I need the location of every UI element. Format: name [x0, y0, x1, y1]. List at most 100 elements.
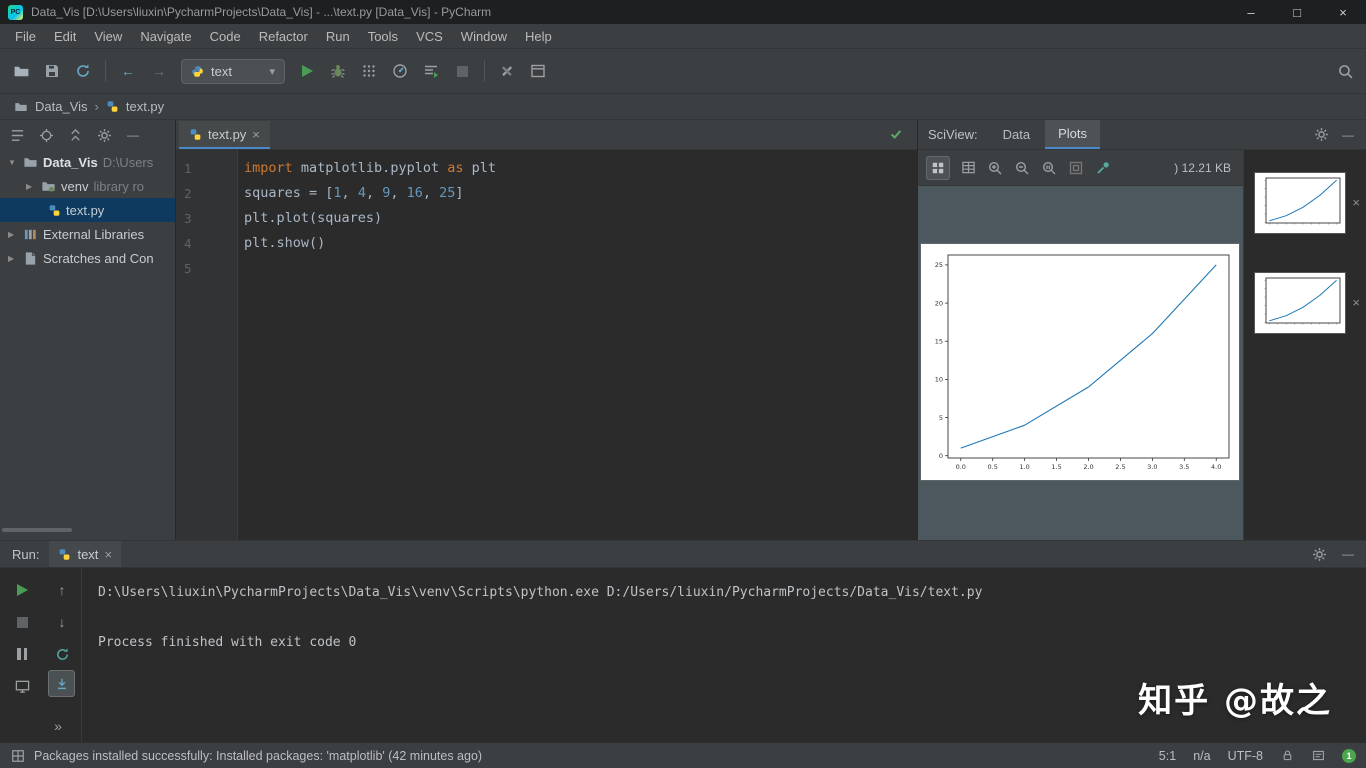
debug-icon[interactable]: [329, 62, 347, 80]
inspections-ok-icon[interactable]: [889, 127, 903, 144]
menu-item-window[interactable]: Window: [452, 24, 516, 48]
close-thumbnail-icon[interactable]: ×: [1352, 195, 1360, 210]
settings-tools-icon[interactable]: [498, 62, 516, 80]
table-view-icon[interactable]: [959, 159, 977, 177]
tree-item-external-libraries[interactable]: ▶ External Libraries: [0, 222, 175, 246]
console-icon[interactable]: [12, 676, 32, 696]
stop-icon[interactable]: [12, 612, 32, 632]
close-tab-icon[interactable]: ×: [252, 127, 260, 142]
menu-item-refactor[interactable]: Refactor: [250, 24, 317, 48]
tree-item-venv[interactable]: ▶ venv library ro: [0, 174, 175, 198]
collapse-all-icon[interactable]: [66, 126, 84, 144]
project-view-icon[interactable]: [8, 126, 26, 144]
close-thumbnail-icon[interactable]: ×: [1352, 295, 1360, 310]
git-branch[interactable]: n/a: [1193, 749, 1210, 763]
thumbnail-view-icon[interactable]: [926, 155, 950, 180]
plot-figure[interactable]: 0.0 0.5 1.0 1.5 2.0 2.5 3.0 3.5 4.0 0 5 10 15 20 25: [920, 243, 1240, 481]
gear-icon[interactable]: [1310, 545, 1328, 563]
code-line[interactable]: squares = [1, 4, 9, 16, 25]: [244, 181, 496, 206]
run-with-console-icon[interactable]: [422, 62, 440, 80]
chevron-expanded-icon[interactable]: ▼: [8, 158, 18, 167]
coverage-icon[interactable]: [360, 62, 378, 80]
code-editor[interactable]: 1 2 3 4 5 import matplotlib.pyplot as pl…: [176, 150, 917, 540]
forward-icon[interactable]: →: [150, 63, 168, 79]
open-folder-icon[interactable]: [12, 62, 30, 80]
run-config-selector[interactable]: text ▾: [181, 58, 285, 84]
code-line[interactable]: import matplotlib.pyplot as plt: [244, 156, 496, 181]
file-encoding[interactable]: UTF-8: [1228, 749, 1263, 763]
close-tab-icon[interactable]: ×: [104, 547, 112, 562]
code-text[interactable]: import matplotlib.pyplot as plt squares …: [238, 150, 496, 540]
menu-item-edit[interactable]: Edit: [45, 24, 85, 48]
code-line[interactable]: plt.plot(squares): [244, 206, 496, 231]
breadcrumb-item-file[interactable]: text.py: [126, 99, 164, 114]
folder-icon: [23, 155, 38, 170]
code-line[interactable]: [244, 256, 496, 281]
gear-icon[interactable]: [1312, 126, 1330, 144]
plot-thumbnail[interactable]: [1254, 272, 1346, 334]
tree-item-project-root[interactable]: ▼ Data_Vis D:\Users: [0, 150, 175, 174]
caret-position[interactable]: 5:1: [1159, 749, 1176, 763]
status-message[interactable]: Packages installed successfully: Install…: [34, 749, 482, 763]
svg-text:5: 5: [939, 414, 943, 422]
close-button[interactable]: ×: [1320, 0, 1366, 24]
run-tab-text[interactable]: text ×: [49, 541, 122, 567]
menu-item-run[interactable]: Run: [317, 24, 359, 48]
menu-item-help[interactable]: Help: [516, 24, 561, 48]
profiler-icon[interactable]: [391, 62, 409, 80]
horizontal-scrollbar[interactable]: [2, 528, 72, 532]
down-arrow-icon[interactable]: ↓: [52, 612, 72, 632]
zoom-in-icon[interactable]: [986, 159, 1004, 177]
code-line[interactable]: plt.show(): [244, 231, 496, 256]
hide-panel-icon[interactable]: —: [1342, 547, 1354, 561]
sciview-tab-data[interactable]: Data: [990, 120, 1043, 149]
zoom-out-icon[interactable]: [1013, 159, 1031, 177]
back-icon[interactable]: ←: [119, 63, 137, 79]
plot-thumbnail[interactable]: [1254, 172, 1346, 234]
project-structure-icon[interactable]: [529, 62, 547, 80]
run-panel-title: Run:: [12, 546, 40, 562]
hide-panel-icon[interactable]: —: [124, 126, 142, 144]
chevron-collapsed-icon[interactable]: ▶: [26, 182, 36, 191]
zoom-actual-size-icon[interactable]: [1040, 159, 1058, 177]
pause-output-icon[interactable]: [12, 644, 32, 664]
rerun-icon[interactable]: [12, 580, 32, 600]
code-token: plt.plot(squares): [244, 210, 383, 226]
menu-item-code[interactable]: Code: [201, 24, 250, 48]
package-icon[interactable]: [10, 748, 25, 763]
hide-panel-icon[interactable]: —: [1342, 128, 1354, 142]
run-icon[interactable]: [298, 62, 316, 80]
tree-item-textpy[interactable]: text.py: [0, 198, 175, 222]
minimize-button[interactable]: –: [1228, 0, 1274, 24]
menu-item-tools[interactable]: Tools: [359, 24, 407, 48]
notification-badge[interactable]: 1: [1342, 748, 1356, 763]
maximize-button[interactable]: □: [1274, 0, 1320, 24]
gear-icon[interactable]: [95, 126, 113, 144]
restore-layout-icon[interactable]: [52, 644, 72, 664]
breadcrumb-item-project[interactable]: Data_Vis: [35, 99, 88, 114]
svg-text:1.5: 1.5: [1051, 463, 1061, 471]
svg-text:3.0: 3.0: [1147, 463, 1157, 471]
chevron-collapsed-icon[interactable]: ▶: [8, 254, 18, 263]
eyedropper-icon[interactable]: [1094, 159, 1112, 177]
menu-item-file[interactable]: File: [6, 24, 45, 48]
save-all-icon[interactable]: [43, 62, 61, 80]
search-icon[interactable]: [1336, 62, 1354, 80]
menu-item-navigate[interactable]: Navigate: [131, 24, 200, 48]
chevron-collapsed-icon[interactable]: ▶: [8, 230, 18, 239]
breadcrumb: Data_Vis › text.py: [0, 94, 1366, 120]
python-file-icon: [106, 100, 119, 113]
up-arrow-icon[interactable]: ↑: [52, 580, 72, 600]
more-actions-icon[interactable]: »: [48, 716, 68, 736]
sciview-tab-plots[interactable]: Plots: [1045, 120, 1100, 149]
tree-item-scratches[interactable]: ▶ Scratches and Con: [0, 246, 175, 270]
scroll-to-end-icon[interactable]: [48, 670, 75, 697]
editor-tab-textpy[interactable]: text.py ×: [179, 121, 270, 149]
sync-icon[interactable]: [74, 62, 92, 80]
lock-icon[interactable]: [1280, 749, 1294, 763]
event-log-icon[interactable]: [1311, 749, 1325, 763]
locate-file-icon[interactable]: [37, 126, 55, 144]
menu-item-view[interactable]: View: [85, 24, 131, 48]
menu-item-vcs[interactable]: VCS: [407, 24, 452, 48]
fit-to-view-icon[interactable]: [1067, 159, 1085, 177]
